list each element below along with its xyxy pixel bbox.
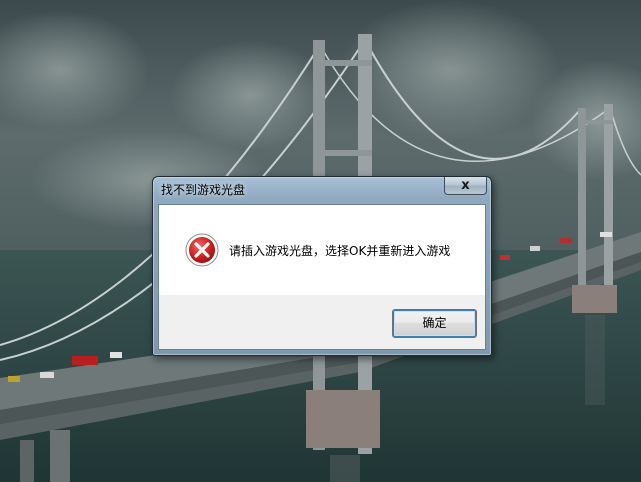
game-screen: 找不到游戏光盘 x 请插入游戏光盘，选择OK并重新进入游戏 确定 <box>0 0 641 482</box>
dialog-body: 请插入游戏光盘，选择OK并重新进入游戏 确定 <box>158 204 486 350</box>
dialog-title: 找不到游戏光盘 <box>161 183 246 197</box>
close-button[interactable]: x <box>444 177 487 195</box>
message-area: 请插入游戏光盘，选择OK并重新进入游戏 <box>159 205 485 295</box>
close-icon: x <box>461 178 470 193</box>
ok-button[interactable]: 确定 <box>392 309 477 338</box>
error-dialog: 找不到游戏光盘 x 请插入游戏光盘，选择OK并重新进入游戏 确定 <box>152 176 492 356</box>
error-icon <box>185 233 219 267</box>
dialog-message: 请插入游戏光盘，选择OK并重新进入游戏 <box>229 244 451 258</box>
title-bar[interactable]: 找不到游戏光盘 x <box>153 177 491 203</box>
